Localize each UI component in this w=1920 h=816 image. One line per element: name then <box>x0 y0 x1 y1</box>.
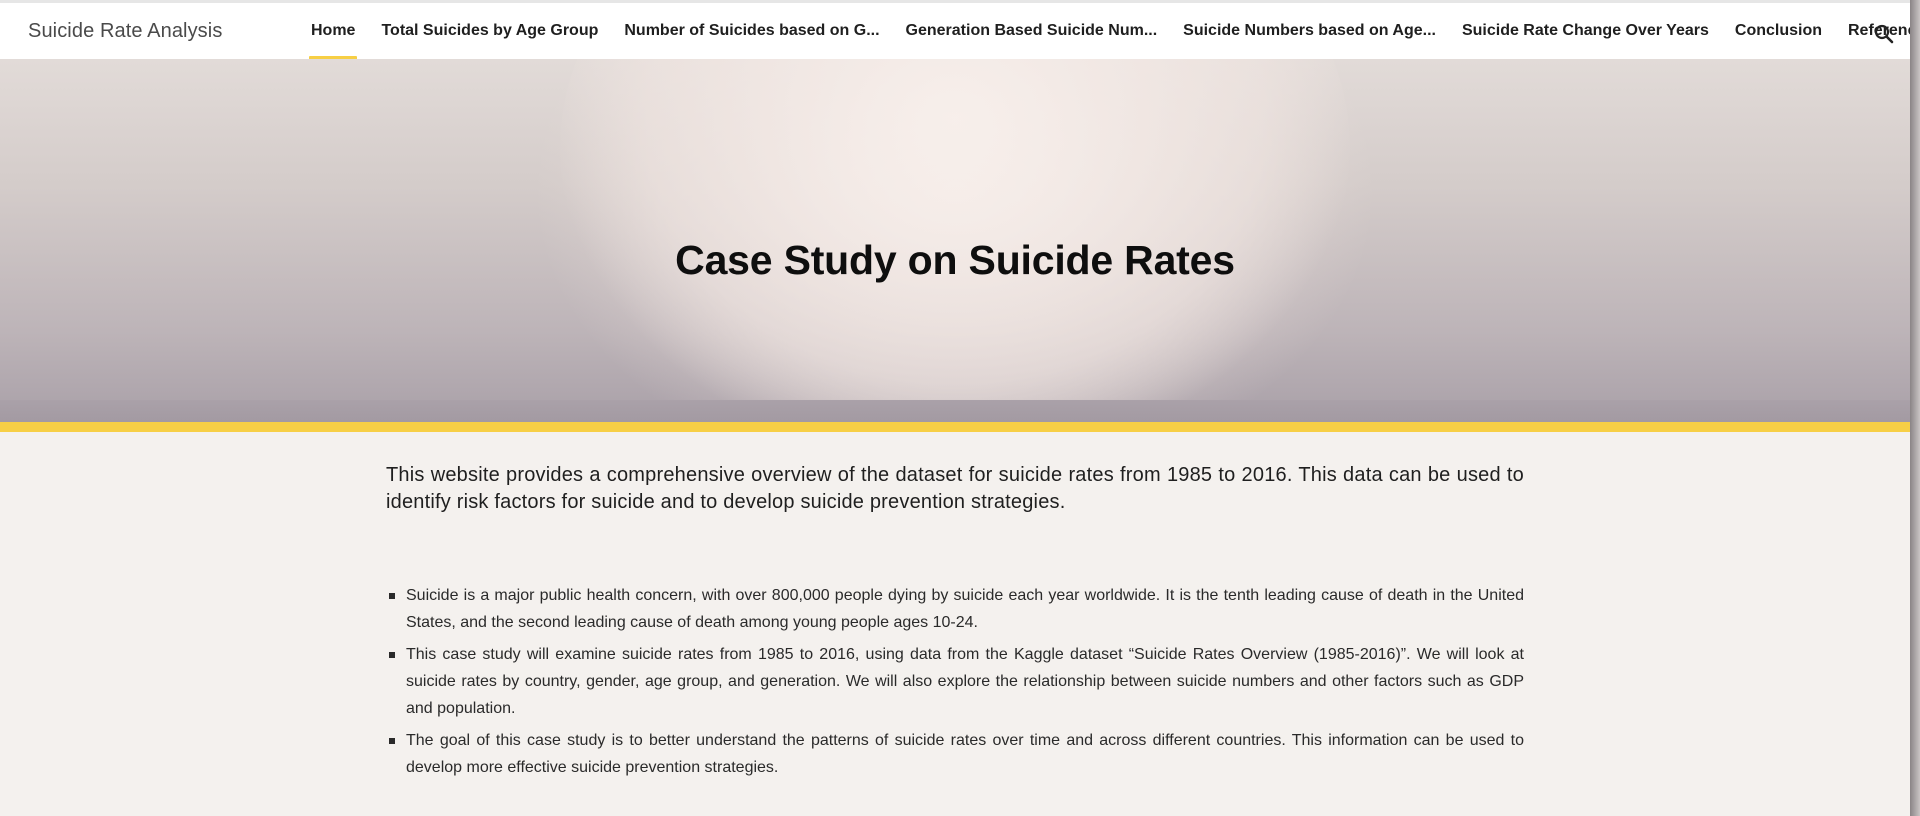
nav-item-conclusion[interactable]: Conclusion <box>1722 3 1835 59</box>
page-title: Case Study on Suicide Rates <box>675 237 1235 283</box>
nav-item-label: Suicide Rate Change Over Years <box>1461 22 1709 39</box>
list-item-text: This case study will examine suicide rat… <box>406 646 1524 717</box>
main-content: This website provides a comprehensive ov… <box>386 462 1524 786</box>
bullet-marker <box>389 593 395 599</box>
nav-item-rate-change-over-years[interactable]: Suicide Rate Change Over Years <box>1449 3 1722 59</box>
nav-item-label: Total Suicides by Age Group <box>381 22 599 39</box>
hero-bottom-band <box>0 400 1910 422</box>
nav-item-suicide-numbers-by-age[interactable]: Suicide Numbers based on Age... <box>1170 3 1449 59</box>
nav-item-generation-based[interactable]: Generation Based Suicide Num... <box>893 3 1171 59</box>
main-nav: Home Total Suicides by Age Group Number … <box>298 3 1910 62</box>
list-item-text: Suicide is a major public health concern… <box>406 587 1524 631</box>
list-item: This case study will examine suicide rat… <box>386 641 1524 722</box>
bullet-marker <box>389 652 395 658</box>
bullet-list: Suicide is a major public health concern… <box>386 582 1524 781</box>
intro-paragraph: This website provides a comprehensive ov… <box>386 464 1524 513</box>
search-icon <box>1874 24 1894 44</box>
accent-divider <box>0 422 1910 432</box>
search-button[interactable] <box>1872 22 1896 46</box>
nav-item-label: Home <box>311 22 356 39</box>
list-item-text: The goal of this case study is to better… <box>406 732 1524 776</box>
nav-item-total-suicides-by-age-group[interactable]: Total Suicides by Age Group <box>368 3 611 59</box>
hero-banner: Case Study on Suicide Rates <box>0 59 1910 422</box>
nav-item-label: Generation Based Suicide Num... <box>905 22 1158 39</box>
list-item: The goal of this case study is to better… <box>386 727 1524 781</box>
nav-item-label: Conclusion <box>1734 22 1822 39</box>
nav-item-home[interactable]: Home <box>298 3 368 62</box>
top-navigation-bar: Suicide Rate Analysis Home Total Suicide… <box>0 0 1910 62</box>
nav-item-label: Suicide Numbers based on Age... <box>1183 22 1436 39</box>
site-title[interactable]: Suicide Rate Analysis <box>28 20 222 43</box>
page-scrollbar[interactable] <box>1910 0 1920 816</box>
nav-item-label: Number of Suicides based on G... <box>624 22 880 39</box>
nav-item-suicides-by-gender[interactable]: Number of Suicides based on G... <box>611 3 892 59</box>
list-item: Suicide is a major public health concern… <box>386 582 1524 636</box>
bullet-marker <box>389 738 395 744</box>
page: Suicide Rate Analysis Home Total Suicide… <box>0 0 1910 816</box>
